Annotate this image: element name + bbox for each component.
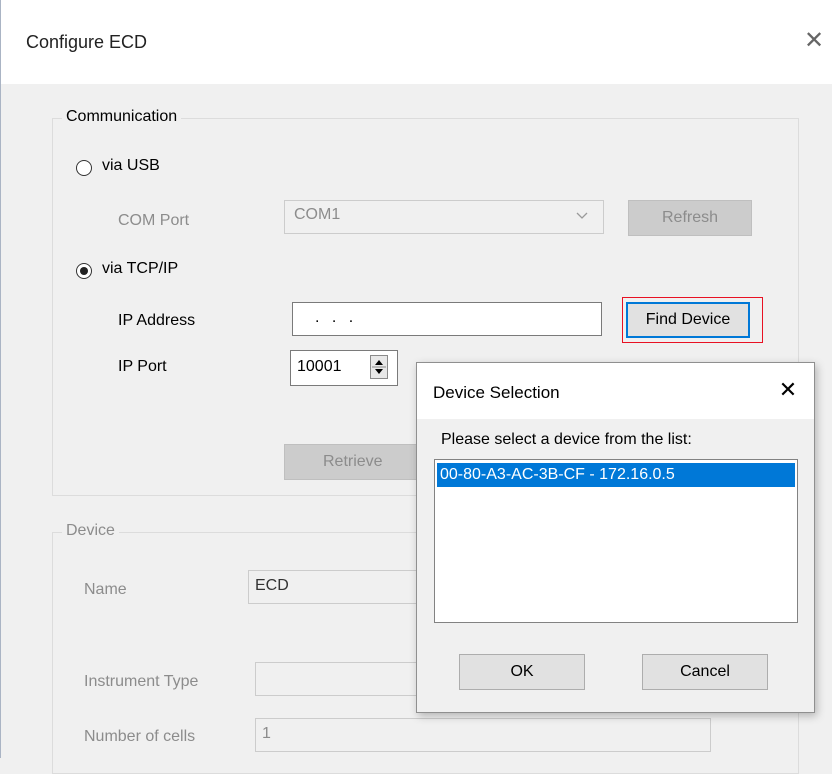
ip-address-value: . . . bbox=[315, 309, 358, 326]
ip-port-label: IP Port bbox=[118, 358, 167, 375]
device-name-label: Name bbox=[84, 581, 127, 598]
window-close-icon[interactable]: ✕ bbox=[800, 27, 828, 55]
device-name-input[interactable]: ECD bbox=[248, 570, 428, 604]
ip-address-input[interactable]: . . . bbox=[292, 302, 602, 336]
device-selection-dialog: Device Selection ✕ Please select a devic… bbox=[416, 362, 815, 713]
via-usb-label[interactable]: via USB bbox=[102, 157, 160, 175]
via-tcpip-radio[interactable] bbox=[76, 263, 92, 279]
chevron-down-icon bbox=[575, 203, 589, 230]
refresh-button[interactable]: Refresh bbox=[628, 200, 752, 236]
ip-port-value: 10001 bbox=[297, 358, 342, 375]
number-of-cells-value: 1 bbox=[262, 725, 271, 742]
ip-address-label: IP Address bbox=[118, 312, 196, 329]
spin-up-down-icon bbox=[372, 360, 386, 374]
instrument-type-label: Instrument Type bbox=[84, 673, 199, 690]
ip-port-stepper[interactable]: 10001 bbox=[290, 350, 398, 386]
device-selection-title: Device Selection bbox=[433, 383, 560, 402]
ip-port-spin-buttons[interactable] bbox=[370, 355, 388, 379]
device-selection-prompt: Please select a device from the list: bbox=[441, 431, 692, 448]
number-of-cells-label: Number of cells bbox=[84, 728, 196, 745]
com-port-select[interactable]: COM1 bbox=[284, 200, 604, 234]
device-legend: Device bbox=[62, 522, 119, 540]
retrieve-button[interactable]: Retrieve bbox=[284, 444, 420, 480]
via-usb-radio[interactable] bbox=[76, 160, 92, 176]
number-of-cells-input[interactable]: 1 bbox=[255, 718, 711, 752]
device-name-value: ECD bbox=[255, 577, 289, 594]
com-port-value: COM1 bbox=[294, 206, 341, 223]
window-title: Configure ECD bbox=[26, 32, 148, 52]
ok-button[interactable]: OK bbox=[459, 654, 585, 690]
window-left-border bbox=[0, 0, 1, 758]
cancel-button[interactable]: Cancel bbox=[642, 654, 768, 690]
device-list-item[interactable]: 00-80-A3-AC-3B-CF - 172.16.0.5 bbox=[437, 463, 795, 487]
device-selection-close-icon[interactable]: ✕ bbox=[775, 377, 801, 403]
instrument-type-input[interactable] bbox=[255, 662, 425, 696]
communication-legend: Communication bbox=[62, 108, 182, 126]
via-tcpip-label[interactable]: via TCP/IP bbox=[102, 260, 178, 278]
com-port-label: COM Port bbox=[118, 212, 190, 229]
device-listbox[interactable]: 00-80-A3-AC-3B-CF - 172.16.0.5 bbox=[434, 459, 798, 623]
find-device-button[interactable]: Find Device bbox=[626, 302, 750, 338]
retrieve-label: Retrieve bbox=[323, 453, 383, 470]
